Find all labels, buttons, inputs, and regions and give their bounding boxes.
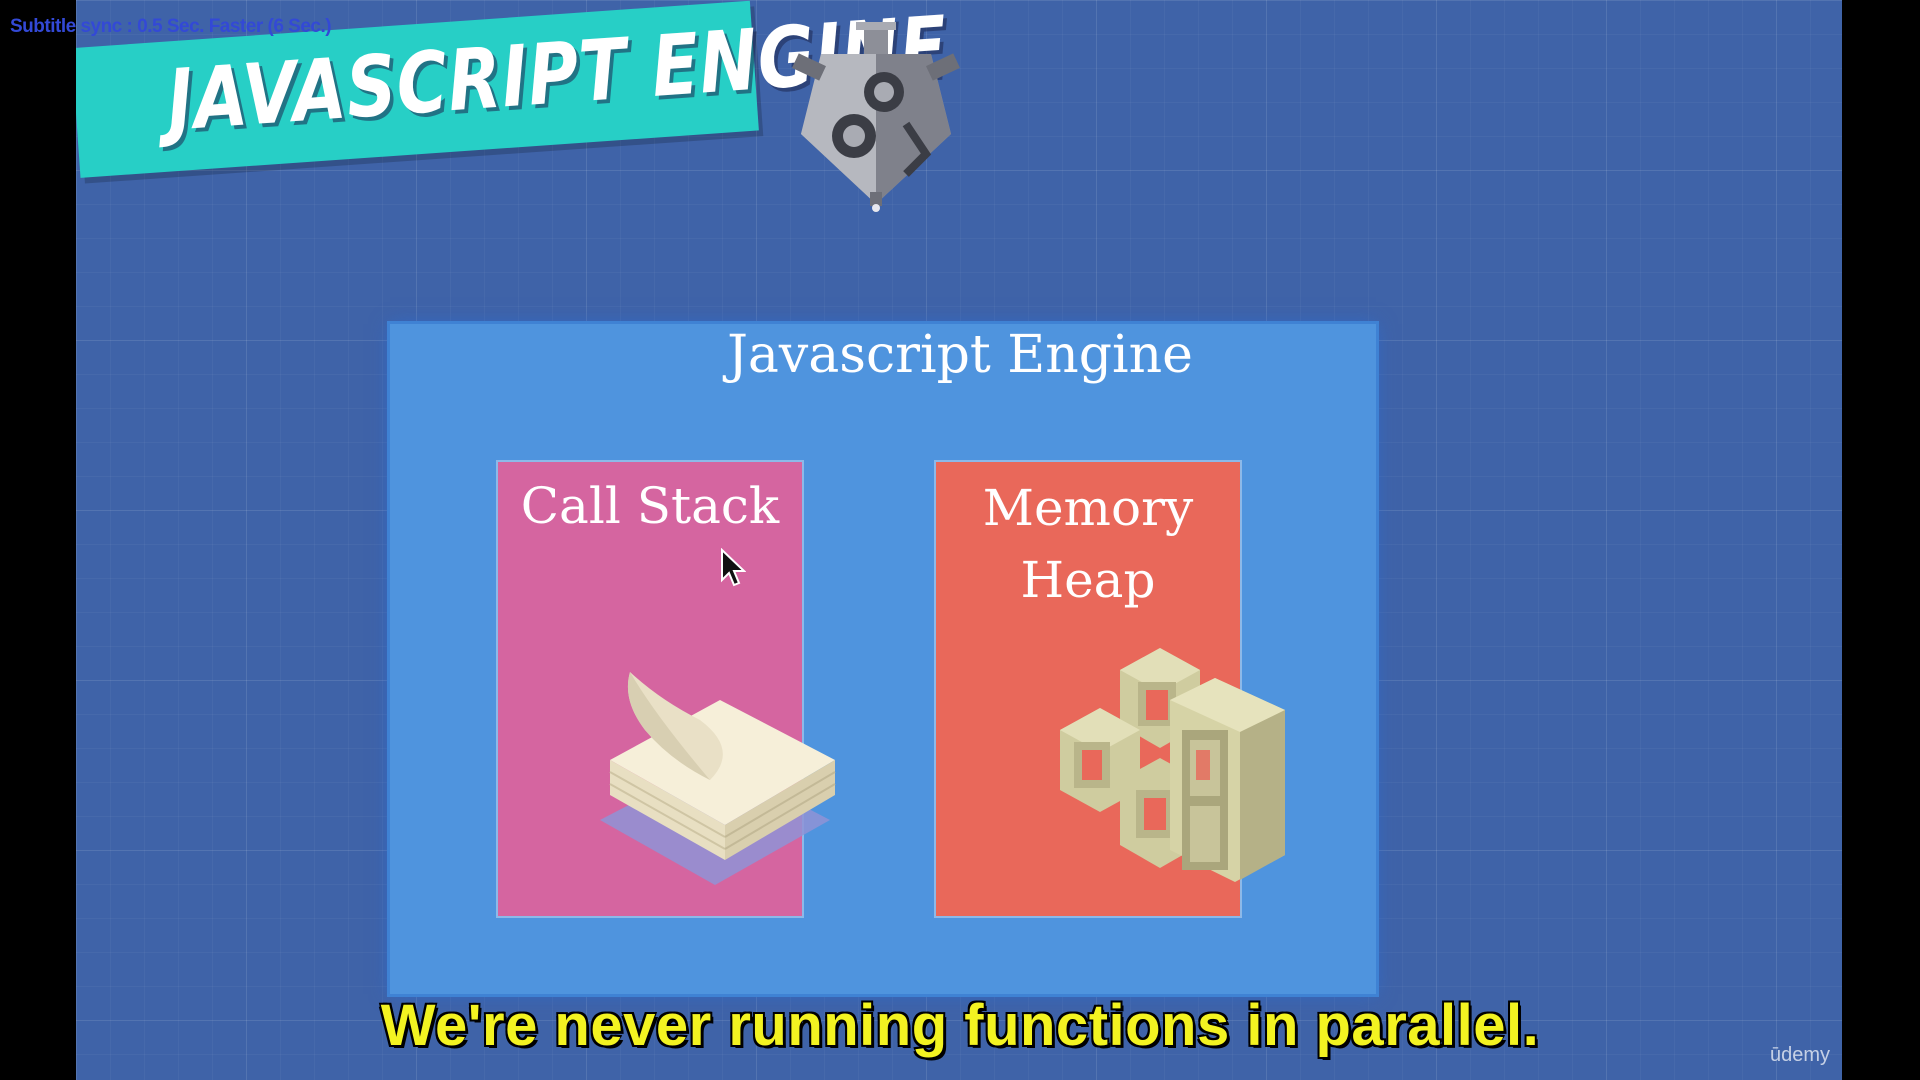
letterbox-bar [1842, 0, 1920, 1080]
memory-heap-title-line1: Memory [982, 479, 1194, 537]
call-stack-title: Call Stack [520, 477, 780, 535]
subtitle-caption: We're never running functions in paralle… [380, 993, 1540, 1058]
udemy-watermark: ūdemy [1770, 1044, 1831, 1066]
boxes-icon [1060, 648, 1285, 882]
video-player[interactable]: JAVASCRIPT ENGINE Javascript Engine Call… [0, 0, 1920, 1080]
paper-stack-icon [600, 672, 836, 885]
mouse-cursor-icon [721, 548, 746, 587]
engine-icon [792, 22, 960, 212]
memory-heap-title-line2: Heap [1020, 551, 1156, 609]
panel-title: Javascript Engine [727, 325, 1193, 385]
subtitle-sync-notice: Subtitle sync : 0.5 Sec. Faster (6 Sec.) [10, 16, 332, 37]
